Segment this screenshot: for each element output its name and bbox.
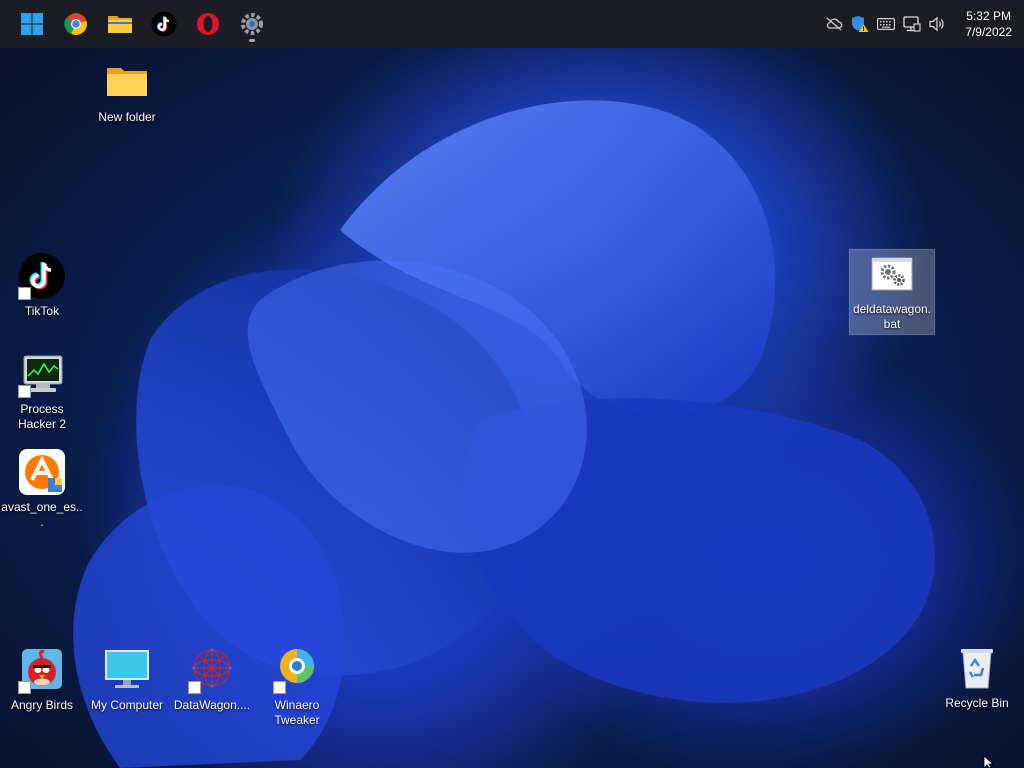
avast-icon bbox=[18, 448, 66, 496]
desktop-icon-new-folder[interactable]: New folder bbox=[85, 58, 169, 125]
clock-time: 5:32 PM bbox=[966, 9, 1011, 23]
volume-icon bbox=[929, 16, 944, 32]
shortcut-arrow-icon bbox=[273, 681, 286, 694]
taskbar-opera[interactable] bbox=[186, 2, 230, 46]
shortcut-arrow-icon bbox=[18, 385, 31, 398]
winaero-icon bbox=[273, 646, 321, 694]
desktop-icon-label: Angry Birds bbox=[10, 698, 74, 712]
keyboard-icon bbox=[877, 18, 896, 30]
taskbar-apps bbox=[0, 0, 274, 48]
clock-date: 7/9/2022 bbox=[965, 25, 1012, 39]
desktop-icon-label: avast_one_es... bbox=[1, 500, 83, 529]
monitor-icon bbox=[18, 350, 66, 398]
onedrive-offline-icon bbox=[826, 17, 843, 31]
taskbar-tiktok[interactable] bbox=[142, 2, 186, 46]
taskbar-chrome[interactable] bbox=[54, 2, 98, 46]
mouse-cursor-icon bbox=[983, 756, 995, 768]
taskbar: 5:32 PM 7/9/2022 bbox=[0, 0, 1024, 48]
desktop-icon-label: My Computer bbox=[90, 698, 164, 712]
shortcut-arrow-icon bbox=[18, 287, 31, 300]
defender-tray-button[interactable] bbox=[847, 11, 873, 37]
folder-icon bbox=[103, 58, 151, 106]
taskbar-settings[interactable] bbox=[230, 2, 274, 46]
start-button[interactable] bbox=[10, 2, 54, 46]
desktop-icon-label: deldatawagon.bat bbox=[852, 302, 932, 331]
shortcut-arrow-icon bbox=[188, 681, 201, 694]
tiktok-icon bbox=[151, 11, 177, 37]
desktop-icon-process-hacker[interactable]: Process Hacker 2 bbox=[0, 350, 84, 432]
shortcut-arrow-icon bbox=[18, 681, 31, 694]
desktop-icon-my-computer[interactable]: My Computer bbox=[85, 646, 169, 713]
datawagon-icon bbox=[188, 646, 236, 694]
opera-icon bbox=[197, 13, 219, 35]
windows-logo-icon bbox=[21, 13, 43, 35]
system-tray: 5:32 PM 7/9/2022 bbox=[821, 0, 1024, 48]
desktop-icon-tiktok[interactable]: TikTok bbox=[0, 252, 84, 319]
desktop-icon-recycle-bin[interactable]: Recycle Bin bbox=[935, 644, 1019, 711]
keyboard-tray-button[interactable] bbox=[873, 11, 899, 37]
gear-icon bbox=[241, 13, 263, 35]
desktop-icon-label: Recycle Bin bbox=[945, 696, 1009, 710]
folder-icon bbox=[108, 16, 132, 33]
taskbar-file-explorer[interactable] bbox=[98, 2, 142, 46]
network-icon bbox=[903, 16, 921, 32]
angry-birds-icon bbox=[18, 646, 66, 694]
desktop-icon-avast[interactable]: avast_one_es... bbox=[0, 448, 84, 530]
desktop-icon-label: DataWagon.... bbox=[173, 698, 251, 712]
defender-warning-icon bbox=[852, 16, 869, 32]
desktop-icon-label: TikTok bbox=[24, 304, 60, 318]
onedrive-tray-button[interactable] bbox=[821, 11, 847, 37]
desktop-icon-datawagon[interactable]: DataWagon.... bbox=[170, 646, 254, 713]
batch-file-icon bbox=[868, 250, 916, 298]
recycle-bin-icon bbox=[953, 644, 1001, 692]
desktop-icon-label: Winaero Tweaker bbox=[274, 698, 320, 727]
desktop-icon-angry-birds[interactable]: Angry Birds bbox=[0, 646, 84, 713]
volume-tray-button[interactable] bbox=[925, 11, 951, 37]
network-tray-button[interactable] bbox=[899, 11, 925, 37]
desktop-icon-winaero-tweaker[interactable]: Winaero Tweaker bbox=[255, 646, 339, 728]
clock-button[interactable]: 5:32 PM 7/9/2022 bbox=[965, 8, 1012, 40]
active-indicator bbox=[249, 39, 255, 42]
tiktok-icon bbox=[18, 252, 66, 300]
computer-icon bbox=[103, 646, 151, 694]
desktop-icon-label: New folder bbox=[98, 110, 156, 124]
chrome-icon bbox=[64, 13, 87, 35]
desktop-icon-deldatawagon[interactable]: deldatawagon.bat bbox=[849, 249, 935, 335]
desktop-icon-label: Process Hacker 2 bbox=[17, 402, 67, 431]
